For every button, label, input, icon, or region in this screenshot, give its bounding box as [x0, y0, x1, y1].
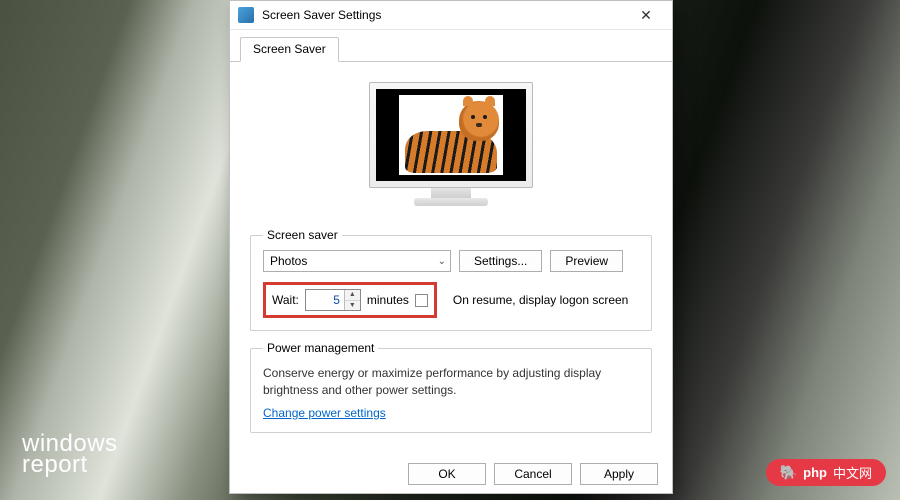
wait-spinner: ▲ ▼ — [305, 289, 361, 311]
php-elephant-icon: 🐘 — [780, 464, 797, 481]
screensaver-selected-value: Photos — [270, 254, 307, 268]
power-legend: Power management — [263, 341, 378, 355]
power-management-group: Power management Conserve energy or maxi… — [250, 341, 652, 433]
wait-label: Wait: — [272, 293, 299, 307]
minutes-label: minutes — [367, 293, 409, 307]
settings-button-label: Settings... — [474, 254, 527, 268]
close-button[interactable]: ✕ — [626, 1, 666, 29]
cancel-label: Cancel — [514, 467, 551, 481]
preview-button[interactable]: Preview — [550, 250, 623, 272]
power-description: Conserve energy or maximize performance … — [263, 365, 639, 400]
chevron-down-icon: ⌄ — [438, 256, 446, 267]
screen-saver-settings-dialog: Screen Saver Settings ✕ Screen Saver — [229, 0, 673, 494]
titlebar: Screen Saver Settings ✕ — [230, 1, 672, 30]
watermark-line2: report — [22, 454, 118, 476]
resume-label: On resume, display logon screen — [453, 293, 628, 307]
change-power-settings-link[interactable]: Change power settings — [263, 406, 386, 420]
apply-button[interactable]: Apply — [580, 463, 658, 485]
screensaver-legend: Screen saver — [263, 228, 342, 242]
preview-button-label: Preview — [565, 254, 608, 268]
resume-checkbox[interactable] — [415, 294, 428, 307]
tab-body: Screen saver Photos ⌄ Settings... Previe… — [230, 61, 672, 453]
window-title: Screen Saver Settings — [262, 8, 626, 22]
screensaver-preview — [250, 76, 652, 228]
settings-button[interactable]: Settings... — [459, 250, 542, 272]
preview-monitor — [369, 82, 533, 206]
screensaver-group: Screen saver Photos ⌄ Settings... Previe… — [250, 228, 652, 331]
cancel-button[interactable]: Cancel — [494, 463, 572, 485]
watermark-text: 中文网 — [833, 463, 872, 482]
wait-input[interactable] — [306, 290, 344, 310]
tabstrip: Screen Saver — [230, 30, 672, 61]
tab-label: Screen Saver — [253, 42, 326, 56]
ok-button[interactable]: OK — [408, 463, 486, 485]
watermark-php-cn: 🐘 php 中文网 — [766, 459, 886, 486]
ok-label: OK — [438, 467, 455, 481]
close-icon: ✕ — [640, 7, 652, 24]
apply-label: Apply — [604, 467, 634, 481]
watermark-prefix: php — [803, 465, 827, 480]
preview-photo-tiger — [399, 95, 503, 175]
wait-highlight-annotation: Wait: ▲ ▼ minutes — [263, 282, 437, 318]
wait-spin-up[interactable]: ▲ — [345, 290, 360, 301]
dialog-footer: OK Cancel Apply — [230, 453, 672, 499]
screensaver-select[interactable]: Photos ⌄ — [263, 250, 451, 272]
wait-spin-down[interactable]: ▼ — [345, 301, 360, 311]
watermark-windows-report: windows report — [22, 433, 118, 476]
app-icon — [238, 7, 254, 23]
tab-screen-saver[interactable]: Screen Saver — [240, 37, 339, 62]
